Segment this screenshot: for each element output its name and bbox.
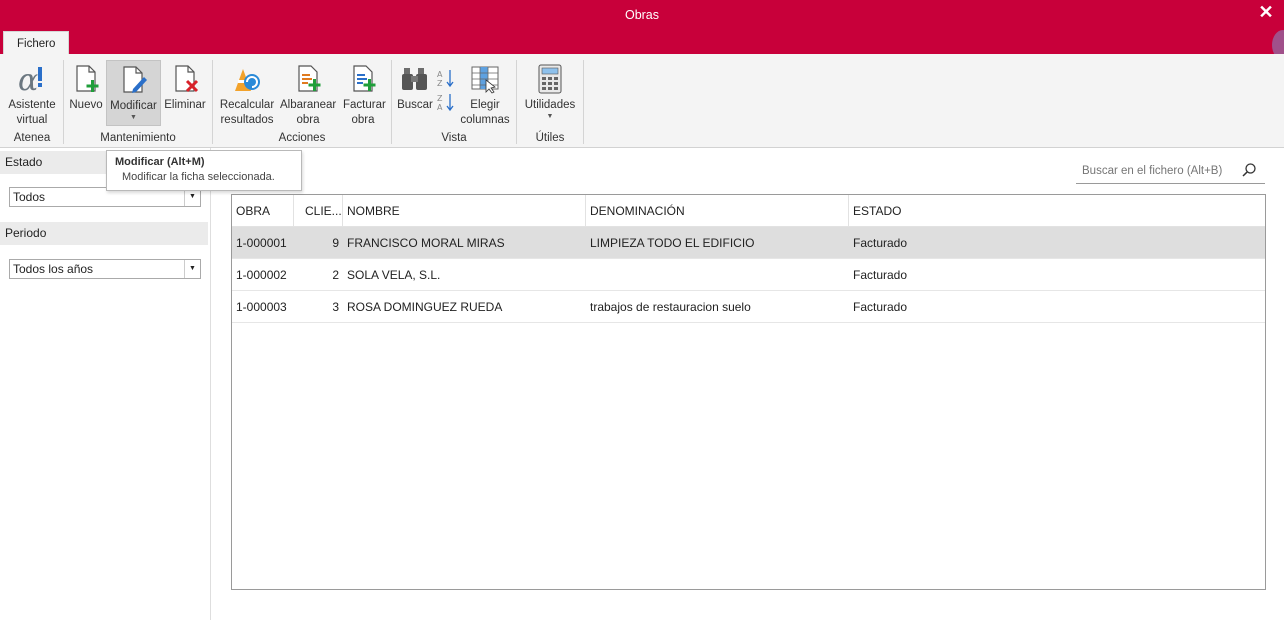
- tab-fichero[interactable]: Fichero: [3, 31, 70, 55]
- binoculars-icon: [402, 68, 427, 90]
- table-row[interactable]: 1-000002 2 SOLA VELA, S.L. Facturado: [232, 259, 1265, 291]
- close-button[interactable]: ✕: [1256, 2, 1276, 22]
- albaranear-button[interactable]: Albaranear obra: [278, 60, 338, 126]
- periodo-value: Todos los años: [13, 262, 94, 276]
- facturar-button[interactable]: Facturar obra: [340, 60, 386, 126]
- eliminar-label: Eliminar: [164, 99, 206, 111]
- column-header-cliente[interactable]: CLIE...: [294, 195, 343, 227]
- chevron-down-icon: ▼: [184, 260, 200, 278]
- group-vista: Vista: [441, 132, 467, 144]
- search-box: [1076, 159, 1265, 184]
- facturar-label: Facturar obra: [343, 99, 386, 126]
- utilidades-button[interactable]: Utilidades ▼: [521, 60, 579, 126]
- column-header-denominacion[interactable]: DENOMINACIÓN: [586, 195, 849, 227]
- separator: [583, 60, 584, 144]
- edit-document-icon: [122, 66, 147, 93]
- eliminar-button[interactable]: Eliminar: [162, 60, 208, 126]
- svg-text:A: A: [437, 103, 443, 112]
- modificar-tooltip: Modificar (Alt+M) Modificar la ficha sel…: [106, 150, 302, 191]
- chevron-down-icon: ▼: [130, 114, 137, 121]
- column-header-obra[interactable]: OBRA: [232, 195, 294, 227]
- cell-cliente: 9: [332, 236, 339, 250]
- chevron-down-icon: ▼: [546, 113, 554, 120]
- separator: [391, 60, 392, 144]
- sort-za-icon[interactable]: Z A: [436, 92, 456, 112]
- separator: [63, 60, 64, 144]
- window-title: Obras: [624, 8, 660, 22]
- group-utiles: Útiles: [535, 132, 565, 144]
- svg-text:α: α: [18, 64, 38, 94]
- obras-table: OBRA CLIE... NOMBRE DENOMINACIÓN ESTADO …: [231, 194, 1266, 590]
- nuevo-label: Nuevo: [69, 99, 103, 111]
- separator: [212, 60, 213, 144]
- cell-estado: Facturado: [853, 268, 908, 282]
- sort-az-icon[interactable]: A Z: [436, 68, 456, 88]
- cell-nombre: ROSA DOMINGUEZ RUEDA: [347, 300, 503, 314]
- periodo-label: Periodo: [0, 222, 208, 245]
- cell-obra: 1-000002: [236, 268, 287, 282]
- group-acciones: Acciones: [278, 132, 326, 144]
- search-icon[interactable]: [1241, 162, 1257, 178]
- separator: [516, 60, 517, 144]
- asistente-button[interactable]: α Asistente virtual: [4, 60, 60, 126]
- modificar-label: Modificar: [110, 100, 157, 112]
- svg-text:Z: Z: [437, 79, 443, 88]
- tooltip-description: Modificar la ficha seleccionada.: [122, 171, 275, 183]
- utilidades-label: Utilidades: [524, 99, 576, 111]
- cell-obra: 1-000003: [236, 300, 287, 314]
- recalcular-label: Recalcular resultados: [219, 99, 275, 126]
- elegir-columnas-button[interactable]: Elegir columnas: [458, 60, 512, 126]
- cell-estado: Facturado: [853, 300, 908, 314]
- tooltip-title: Modificar (Alt+M): [115, 156, 205, 168]
- cell-cliente: 2: [332, 268, 339, 282]
- table-row[interactable]: 1-000001 9 FRANCISCO MORAL MIRAS LIMPIEZ…: [232, 227, 1265, 259]
- svg-text:A: A: [437, 70, 443, 79]
- cell-estado: Facturado: [853, 236, 908, 250]
- modificar-button[interactable]: Modificar ▼: [106, 60, 161, 126]
- nuevo-button[interactable]: Nuevo: [67, 60, 105, 126]
- filter-sidebar: Estado Todos ▼ Periodo Todos los años ▼: [0, 148, 211, 620]
- columns-icon: [471, 66, 499, 94]
- svg-text:Z: Z: [437, 94, 443, 103]
- title-bar: Obras ✕ Fichero: [0, 0, 1284, 60]
- cell-denominacion: [586, 259, 849, 291]
- cell-nombre: SOLA VELA, S.L.: [347, 268, 441, 282]
- group-mantenimiento: Mantenimiento: [100, 132, 176, 144]
- cell-denominacion: trabajos de restauracion suelo: [590, 300, 751, 314]
- search-input[interactable]: [1076, 161, 1236, 181]
- cell-nombre: FRANCISCO MORAL MIRAS: [347, 236, 505, 250]
- recalcular-button[interactable]: Recalcular resultados: [217, 60, 277, 126]
- recalculate-icon: [235, 69, 260, 91]
- cell-cliente: 3: [332, 300, 339, 314]
- asistente-label: Asistente virtual: [8, 99, 56, 126]
- albaranear-label: Albaranear obra: [280, 99, 337, 126]
- column-header-nombre[interactable]: NOMBRE: [343, 195, 586, 227]
- group-atenea: Atenea: [13, 132, 51, 144]
- new-document-icon: [76, 65, 99, 92]
- elegir-label: Elegir columnas: [460, 99, 510, 126]
- buscar-button[interactable]: Buscar: [396, 60, 434, 126]
- delete-document-icon: [175, 65, 199, 93]
- buscar-label: Buscar: [397, 99, 433, 111]
- cell-obra: 1-000001: [236, 236, 287, 250]
- periodo-dropdown[interactable]: Todos los años ▼: [9, 259, 201, 279]
- calculator-icon: [538, 64, 562, 94]
- estado-value: Todos: [13, 190, 46, 204]
- table-header: OBRA CLIE... NOMBRE DENOMINACIÓN ESTADO: [232, 195, 1265, 227]
- alpha-icon: α: [18, 64, 42, 94]
- ribbon: α Asistente virtual Atenea Nuevo Modific…: [0, 54, 1284, 148]
- add-invoice-icon: [353, 65, 376, 92]
- cell-denominacion: LIMPIEZA TODO EL EDIFICIO: [590, 236, 755, 250]
- add-delivery-note-icon: [298, 65, 321, 92]
- column-header-estado[interactable]: ESTADO: [849, 195, 1265, 227]
- table-row[interactable]: 1-000003 3 ROSA DOMINGUEZ RUEDA trabajos…: [232, 291, 1265, 323]
